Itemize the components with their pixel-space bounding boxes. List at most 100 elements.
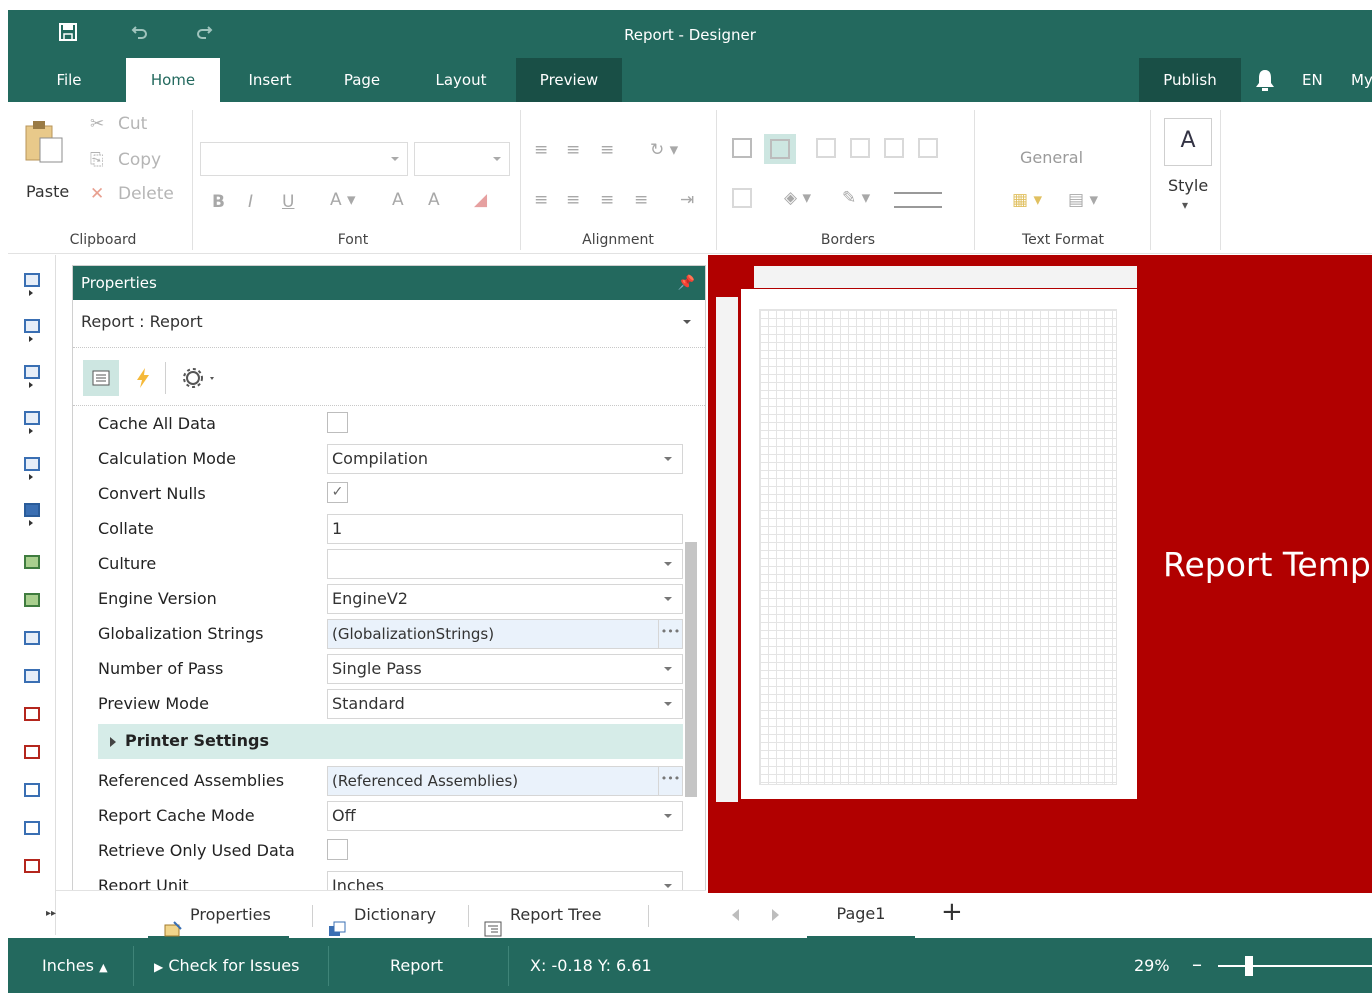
category-printer-settings[interactable]: Printer Settings: [98, 724, 683, 759]
expand-icon[interactable]: [110, 737, 116, 747]
previous-page-icon[interactable]: [732, 909, 739, 921]
text-in-cells-icon[interactable]: [22, 705, 44, 729]
style-icon[interactable]: A: [1164, 118, 1212, 166]
cross-bands-icon[interactable]: [22, 317, 44, 342]
text-icon[interactable]: [22, 629, 44, 653]
settings-gear-icon[interactable]: [177, 360, 225, 396]
toolbox-more-icon[interactable]: ▸▸: [46, 908, 56, 919]
user-menu[interactable]: My: [1351, 58, 1372, 102]
collate-input[interactable]: 1: [327, 514, 683, 544]
align-right-icon[interactable]: ≡: [600, 190, 614, 210]
border-none-icon[interactable]: [732, 188, 752, 208]
cut-button[interactable]: Cut: [118, 114, 147, 134]
bell-icon[interactable]: [1254, 68, 1276, 92]
panel-tab-report-tree[interactable]: Report Tree: [484, 891, 601, 939]
panel-tab-dictionary[interactable]: Dictionary: [328, 891, 436, 939]
referenced-assemblies-editor[interactable]: (Referenced Assemblies) •••: [327, 766, 683, 796]
style-button[interactable]: Style: [1168, 176, 1208, 195]
style-dropdown-icon[interactable]: ▾: [1182, 198, 1188, 212]
align-middle-icon[interactable]: ≡: [566, 140, 580, 160]
table-icon[interactable]: [22, 857, 44, 881]
components-icon[interactable]: [22, 363, 44, 388]
convert-nulls-checkbox[interactable]: ✓: [327, 482, 348, 503]
barcode-icon[interactable]: [22, 409, 44, 434]
panel-icon[interactable]: [22, 781, 44, 805]
design-canvas[interactable]: Report Templ: [708, 255, 1372, 893]
properties-scrollbar[interactable]: [685, 542, 697, 797]
publish-button[interactable]: Publish: [1139, 58, 1241, 102]
italic-button[interactable]: I: [248, 192, 253, 212]
border-color-icon[interactable]: ✎ ▾: [842, 188, 870, 208]
conditions-icon[interactable]: ▦ ▾: [1012, 190, 1042, 210]
culture-dropdown[interactable]: [327, 549, 683, 579]
plugins-icon[interactable]: [22, 501, 44, 526]
clone-icon[interactable]: [22, 819, 44, 843]
font-color-icon[interactable]: A ▾: [330, 190, 356, 210]
zoom-slider-thumb[interactable]: [1244, 956, 1253, 976]
rich-text-icon[interactable]: [22, 667, 44, 691]
delete-button[interactable]: Delete: [118, 184, 174, 204]
copy-button[interactable]: Copy: [118, 150, 161, 170]
underline-button[interactable]: U: [282, 192, 294, 212]
paste-button[interactable]: [24, 118, 74, 178]
tab-file[interactable]: File: [38, 58, 100, 102]
engine-version-dropdown[interactable]: EngineV2: [327, 584, 683, 614]
border-style-icon[interactable]: [894, 192, 942, 208]
rotate-icon[interactable]: ↻ ▾: [650, 140, 678, 160]
calculation-mode-dropdown[interactable]: Compilation: [327, 444, 683, 474]
border-top-icon[interactable]: [850, 138, 870, 158]
globalization-strings-editor[interactable]: (GlobalizationStrings) •••: [327, 619, 683, 649]
report-page[interactable]: [741, 289, 1137, 799]
format-combo[interactable]: General: [1020, 148, 1083, 167]
fill-color-icon[interactable]: ◈ ▾: [784, 188, 811, 208]
shrink-font-icon[interactable]: A: [428, 190, 440, 210]
tab-layout[interactable]: Layout: [416, 58, 506, 102]
label-icon[interactable]: [22, 743, 44, 767]
units-button[interactable]: Inches ▲: [42, 938, 108, 993]
border-bottom-icon[interactable]: [918, 138, 938, 158]
border-all-icon[interactable]: [732, 138, 752, 158]
report-cache-mode-dropdown[interactable]: Off: [327, 801, 683, 831]
align-top-icon[interactable]: ≡: [534, 140, 548, 160]
tab-insert[interactable]: Insert: [230, 58, 310, 102]
justify-icon[interactable]: ≡: [634, 190, 648, 210]
tab-preview[interactable]: Preview: [516, 58, 622, 102]
page-tab-page1[interactable]: Page1: [807, 893, 915, 938]
font-name-combo[interactable]: [200, 142, 408, 176]
border-left-icon[interactable]: [816, 138, 836, 158]
border-right-icon[interactable]: [884, 138, 904, 158]
align-left-icon[interactable]: ≡: [534, 190, 548, 210]
retrieve-only-used-data-checkbox[interactable]: [327, 839, 348, 860]
ellipsis-button[interactable]: •••: [658, 620, 682, 648]
word-wrap-icon[interactable]: ⇥: [680, 190, 694, 210]
object-selector[interactable]: Report : Report: [73, 300, 705, 348]
next-page-icon[interactable]: [772, 909, 779, 921]
events-icon[interactable]: [125, 360, 161, 396]
properties-view-icon[interactable]: [83, 360, 119, 396]
number-of-pass-dropdown[interactable]: Single Pass: [327, 654, 683, 684]
check-for-issues-button[interactable]: ▶ Check for Issues: [154, 938, 299, 993]
page-header-band-icon[interactable]: [22, 553, 44, 577]
ellipsis-button[interactable]: •••: [658, 767, 682, 795]
grow-font-icon[interactable]: A: [392, 190, 404, 210]
report-title-band-icon[interactable]: [22, 591, 44, 615]
language-button[interactable]: EN: [1302, 58, 1323, 102]
border-outside-icon[interactable]: [764, 134, 796, 164]
shapes-icon[interactable]: [22, 455, 44, 480]
align-bottom-icon[interactable]: ≡: [600, 140, 614, 160]
pin-icon[interactable]: 📌: [678, 266, 695, 300]
cache-all-data-checkbox[interactable]: [327, 412, 348, 433]
panel-tab-properties[interactable]: Properties: [148, 891, 289, 939]
add-page-icon[interactable]: +: [941, 897, 963, 927]
bold-button[interactable]: B: [212, 192, 225, 212]
zoom-out-icon[interactable]: –: [1192, 952, 1202, 976]
format-icon[interactable]: ▤ ▾: [1068, 190, 1098, 210]
tab-page[interactable]: Page: [322, 58, 402, 102]
bands-icon[interactable]: [22, 271, 44, 296]
zoom-slider[interactable]: [1218, 965, 1372, 967]
font-size-combo[interactable]: [414, 142, 510, 176]
eraser-icon[interactable]: ◢: [474, 190, 487, 210]
align-center-icon[interactable]: ≡: [566, 190, 580, 210]
tab-home[interactable]: Home: [126, 58, 220, 102]
preview-mode-dropdown[interactable]: Standard: [327, 689, 683, 719]
